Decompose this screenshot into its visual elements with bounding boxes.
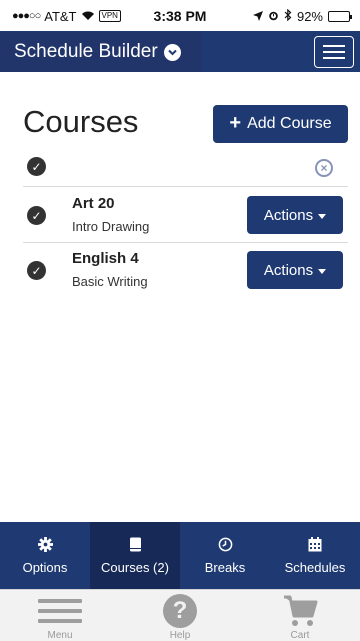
- add-course-label: Add Course: [247, 115, 332, 132]
- tab-label: Breaks: [204, 560, 246, 575]
- cart-icon: [282, 593, 318, 629]
- add-course-button[interactable]: + Add Course: [213, 105, 348, 143]
- gear-icon: [37, 536, 53, 552]
- book-icon: [127, 536, 143, 552]
- signal-strength-icon: ●●●○○: [12, 10, 41, 22]
- battery-percent: 92%: [296, 8, 323, 24]
- clock-icon: [217, 536, 233, 552]
- tab-breaks[interactable]: Breaks: [180, 522, 270, 589]
- tab-label: Courses (2): [101, 560, 169, 575]
- toolbar-label: Menu: [47, 630, 73, 641]
- alarm-icon: [268, 9, 279, 24]
- app-header: Schedule Builder: [0, 32, 360, 72]
- status-right: 92%: [252, 0, 352, 32]
- wifi-icon: [81, 9, 95, 24]
- status-left: ●●●○○ AT&T VPN: [12, 0, 121, 32]
- hamburger-icon-bar: [323, 45, 345, 47]
- course-row: ✓ Art 20 Intro Drawing Actions: [23, 188, 348, 242]
- app-title: Schedule Builder: [14, 41, 158, 62]
- toolbar-help-button[interactable]: ? Help: [120, 590, 240, 641]
- tab-courses[interactable]: Courses (2): [90, 522, 180, 589]
- caret-down-icon: [318, 268, 327, 274]
- chevron-down-icon: [163, 43, 181, 61]
- toolbar-cart-button[interactable]: Cart: [240, 590, 360, 641]
- toolbar-menu-button[interactable]: Menu: [0, 590, 120, 641]
- menu-icon: [38, 593, 82, 629]
- tab-schedules[interactable]: Schedules: [270, 522, 360, 589]
- carrier-label: AT&T: [44, 8, 77, 24]
- clear-all-icon[interactable]: ×: [315, 159, 333, 177]
- help-icon: ?: [163, 593, 197, 629]
- status-bar: ●●●○○ AT&T VPN 3:38 PM 92%: [0, 0, 360, 32]
- location-arrow-icon: [252, 9, 263, 24]
- course-row: ✓ English 4 Basic Writing Actions: [23, 243, 348, 297]
- actions-button[interactable]: Actions: [247, 196, 343, 234]
- toolbar-label: Cart: [290, 630, 310, 641]
- course-name: English 4: [72, 250, 139, 267]
- page-title: Courses: [23, 104, 139, 139]
- tab-label: Schedules: [284, 560, 346, 575]
- course-description: Basic Writing: [72, 274, 148, 289]
- course-description: Intro Drawing: [72, 219, 150, 234]
- bottom-toolbar: Menu ? Help Cart: [0, 589, 360, 641]
- hamburger-icon-bar: [323, 51, 345, 53]
- tab-options[interactable]: Options: [0, 522, 90, 589]
- course-check-icon[interactable]: ✓: [27, 261, 46, 280]
- bottom-tab-bar: Options Courses (2) Breaks Schedules: [0, 522, 360, 589]
- actions-label: Actions: [263, 261, 314, 279]
- calendar-icon: [307, 536, 323, 552]
- vpn-badge: VPN: [98, 10, 121, 22]
- toolbar-label: Help: [169, 630, 191, 641]
- plus-icon: +: [229, 112, 242, 134]
- tab-label: Options: [22, 560, 68, 575]
- actions-label: Actions: [263, 206, 314, 224]
- course-name: Art 20: [72, 195, 115, 212]
- bluetooth-icon: [284, 8, 292, 24]
- select-all-check-icon[interactable]: ✓: [27, 157, 46, 176]
- schedule-builder-dropdown[interactable]: Schedule Builder: [0, 32, 202, 72]
- actions-button[interactable]: Actions: [247, 251, 343, 289]
- course-check-icon[interactable]: ✓: [27, 206, 46, 225]
- divider: [23, 186, 348, 187]
- hamburger-icon-bar: [323, 57, 345, 59]
- caret-down-icon: [318, 213, 327, 219]
- battery-icon: [328, 10, 352, 22]
- menu-toggle-button[interactable]: [314, 36, 354, 68]
